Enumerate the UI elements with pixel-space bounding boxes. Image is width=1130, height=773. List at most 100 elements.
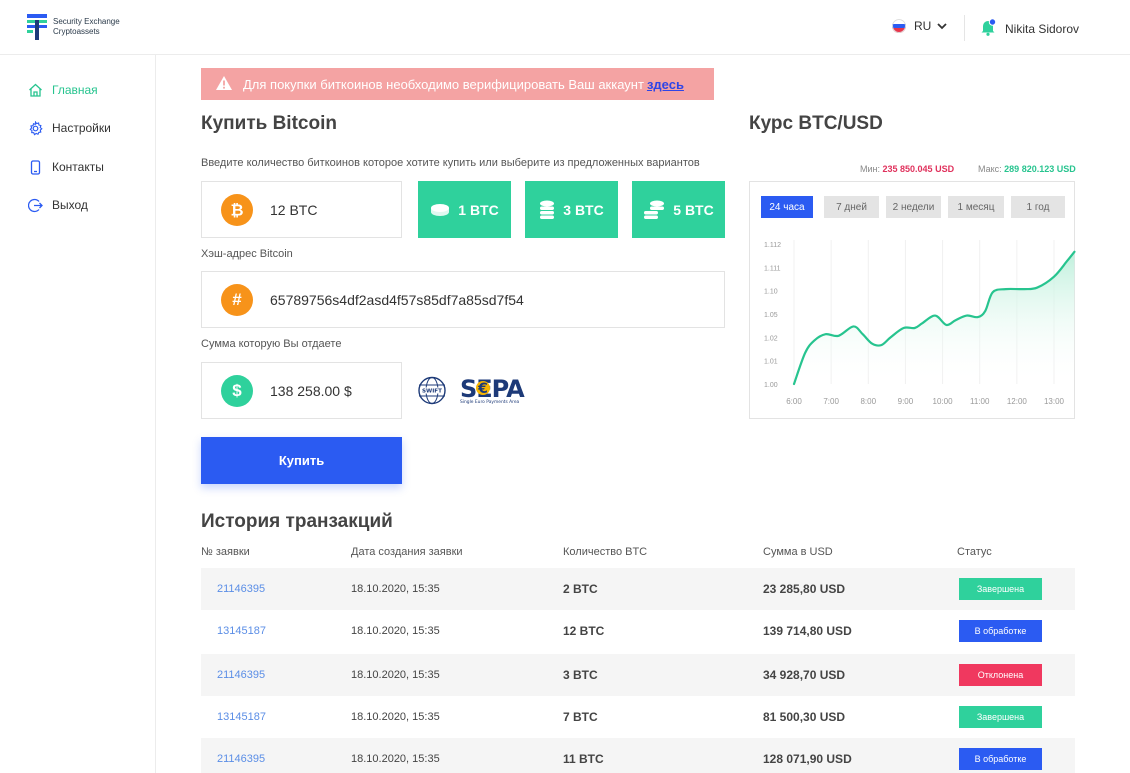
table-row: 13145187 18.10.2020, 15:35 7 BTC 81 500,… [201,696,1075,738]
coins-stack-icon [540,200,555,219]
sidebar-item-logout[interactable]: Выход [27,197,88,213]
user-menu[interactable]: Nikita Sidorov [980,18,1079,39]
y-tick-label: 1.02 [764,335,778,342]
sidebar-item-label: Главная [52,83,98,97]
order-btc: 3 BTC [563,668,598,682]
x-tick-label: 13:00 [1044,397,1065,406]
col-header-date: Дата создания заявки [351,546,463,558]
col-header-btc: Количество BTC [563,546,648,558]
buy-instruction: Введите количество биткоинов которое хот… [201,157,700,169]
x-tick-label: 9:00 [898,397,914,406]
verify-link[interactable]: здесь [647,77,684,92]
svg-text:SEPA: SEPA [460,375,525,403]
status-badge: В обработке [959,620,1042,642]
col-header-status: Статус [957,546,992,558]
rate-max-label: Макс: [978,164,1002,174]
logo-line1: Security Exchange [53,17,120,26]
preset-5-btc-button[interactable]: 5 BTC [632,181,725,238]
order-date: 18.10.2020, 15:35 [351,669,440,681]
buy-title: Купить Bitcoin [201,113,337,134]
language-label: RU [914,19,932,33]
order-id-link[interactable]: 21146395 [217,568,265,610]
order-btc: 11 BTC [563,752,604,766]
logout-icon [27,197,43,213]
x-tick-label: 7:00 [823,397,839,406]
language-selector[interactable]: RU [892,19,947,33]
pay-amount-value: 138 258.00 $ [270,382,352,399]
pay-amount-field[interactable]: $ 138 258.00 $ [201,362,402,419]
order-btc: 2 BTC [563,582,598,596]
table-row: 21146395 18.10.2020, 15:35 3 BTC 34 928,… [201,654,1075,696]
table-row: 13145187 18.10.2020, 15:35 12 BTC 139 71… [201,610,1075,652]
header-divider [964,15,965,41]
logo[interactable]: Security Exchange Cryptoassets [27,14,120,40]
sidebar-item-settings[interactable]: Настройки [27,120,111,136]
rate-min: Мин: 235 850.045 USD [860,164,954,174]
user-name: Nikita Sidorov [1005,21,1080,36]
hash-label: Хэш-адрес Bitcoin [201,248,293,260]
gear-icon [27,120,43,136]
buy-button[interactable]: Купить [201,437,402,484]
x-tick-label: 11:00 [970,397,990,406]
sidebar-item-home[interactable]: Главная [27,82,98,98]
swift-logo: SWIFT [418,376,446,405]
btc-amount-value: 12 BTC [270,201,318,218]
rate-min-label: Мин: [860,164,880,174]
sepa-logo: SEPA € Single Euro Payments Area [460,375,526,405]
hash-address-field[interactable]: # 65789756s4df2asd4f57s85df7a85sd7f54 [201,271,725,328]
rate-chart: 1.112 1.111 1.10 1.05 1.02 1.01 1.00 6:00 7:00 8:… [764,240,1076,406]
order-id-link[interactable]: 13145187 [217,696,266,738]
order-usd: 23 285,80 USD [763,582,846,596]
logo-icon [27,14,47,40]
chevron-down-icon [937,19,947,33]
svg-text:€: € [477,381,488,397]
order-id-link[interactable]: 13145187 [217,610,266,652]
btc-amount-field[interactable]: ₿ 12 BTC [201,181,402,238]
order-date: 18.10.2020, 15:35 [351,753,440,765]
order-id-link[interactable]: 21146395 [217,654,265,696]
sidebar-item-label: Настройки [52,121,111,135]
col-header-usd: Сумма в USD [763,546,833,558]
order-usd: 139 714,80 USD [763,624,852,638]
warning-icon [215,75,233,94]
status-badge: В обработке [959,748,1042,770]
y-tick-label: 1.05 [764,312,778,319]
y-tick-label: 1.10 [764,289,778,296]
preset-label: 3 BTC [563,201,604,218]
rate-max: Макс: 289 820.123 USD [978,164,1076,174]
pay-label: Сумма которую Вы отдаете [201,338,342,350]
sidebar-item-label: Контакты [52,160,104,174]
preset-1-btc-button[interactable]: 1 BTC [418,181,511,238]
preset-3-btc-button[interactable]: 3 BTC [525,181,618,238]
order-date: 18.10.2020, 15:35 [351,625,440,637]
table-row: 21146395 18.10.2020, 15:35 11 BTC 128 07… [201,738,1075,773]
status-badge: Завершена [959,706,1042,728]
y-tick-label: 1.112 [764,242,781,249]
order-usd: 34 928,70 USD [763,668,846,682]
svg-text:Single Euro Payments Area: Single Euro Payments Area [460,399,520,405]
rate-title: Курс BTC/USD [749,113,883,134]
sidebar-item-contacts[interactable]: Контакты [27,159,104,175]
russia-flag-icon [892,19,906,33]
y-tick-label: 1.01 [764,359,778,366]
alert-text: Для покупки биткоинов необходимо верифиц… [243,76,644,92]
hash-address-value: 65789756s4df2asd4f57s85df7a85sd7f54 [270,291,524,308]
status-badge: Отклонена [959,664,1042,686]
preset-label: 5 BTC [673,201,714,218]
rate-area [794,251,1075,384]
order-id-link[interactable]: 21146395 [217,738,265,773]
logo-line2: Cryptoassets [53,27,100,36]
col-header-id: № заявки [201,546,250,558]
hash-icon: # [221,283,253,316]
order-btc: 12 BTC [563,624,605,638]
sidebar: Главная Настройки Контакты Выход [0,55,156,773]
phone-icon [27,159,43,175]
header: Security Exchange Cryptoassets RU Nikita… [0,0,1130,55]
history-title: История транзакций [201,511,393,532]
order-date: 18.10.2020, 15:35 [351,583,440,595]
y-tick-label: 1.00 [764,382,778,389]
coin-icon [431,203,450,216]
bell-icon[interactable] [980,18,997,39]
rate-min-value: 235 850.045 USD [882,164,955,174]
order-btc: 7 BTC [563,710,598,724]
